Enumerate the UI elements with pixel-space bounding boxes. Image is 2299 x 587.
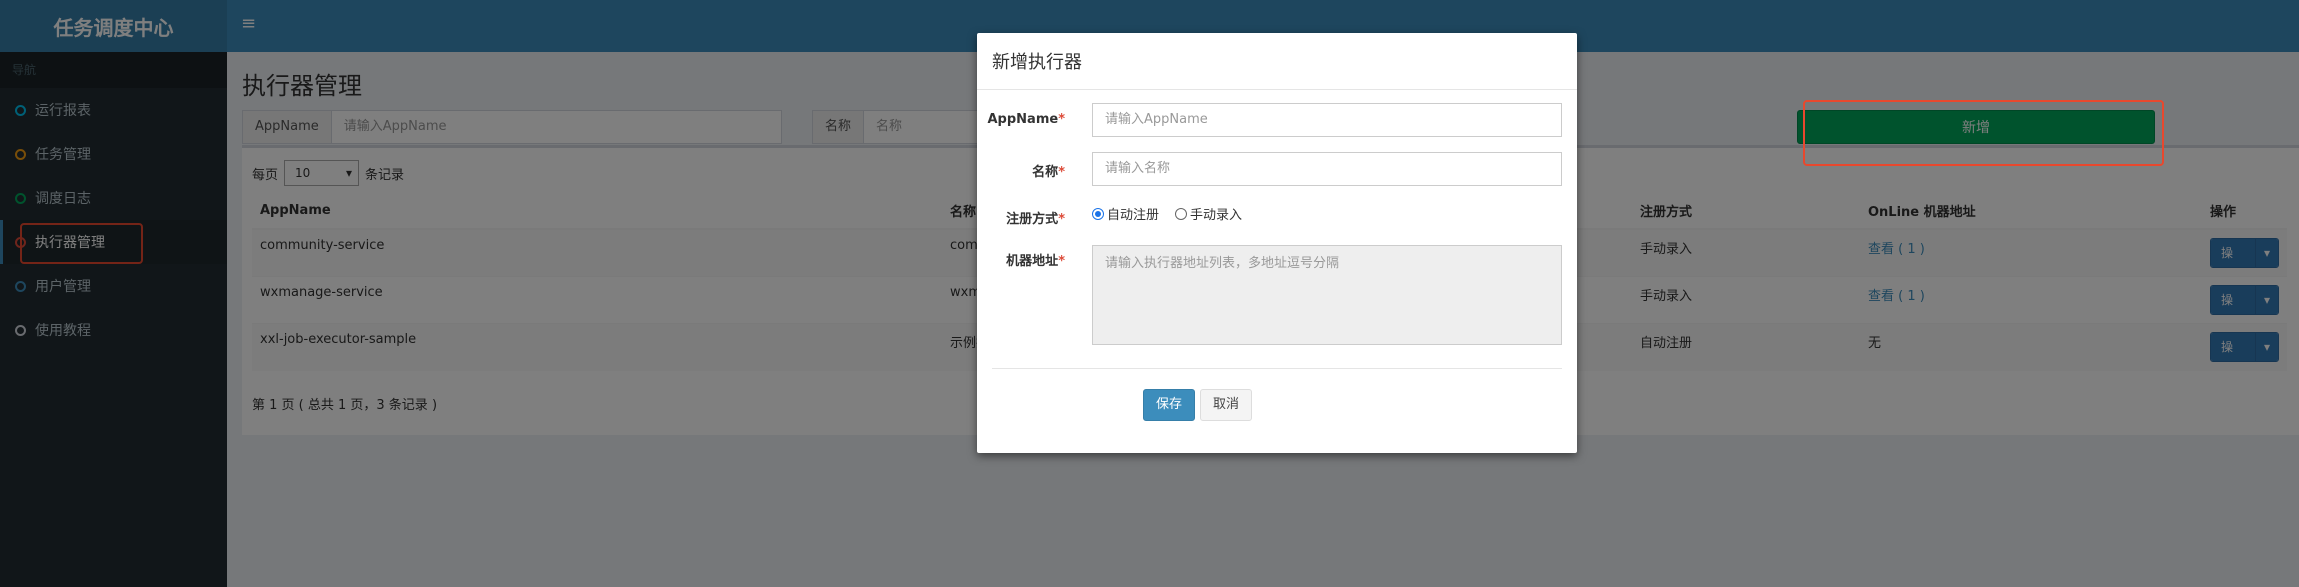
address-label: 机器地址*	[1006, 254, 1065, 269]
modal-title: 新增执行器	[977, 33, 1577, 90]
reg-manual-radio[interactable]: 手动录入	[1175, 204, 1242, 223]
save-button[interactable]: 保存	[1143, 389, 1196, 421]
reg-type-radio-group: 自动注册 手动录入	[1092, 204, 1242, 223]
form-row-name: 名称* 请输入名称	[977, 152, 1577, 186]
appname-input[interactable]: 请输入AppName	[1092, 103, 1562, 137]
radio-unchecked-icon[interactable]	[1175, 207, 1188, 220]
form-row-reg: 注册方式* 自动注册 手动录入	[977, 204, 1577, 228]
appname-label: AppName*	[987, 112, 1066, 127]
cancel-button[interactable]: 取消	[1200, 389, 1253, 421]
form-row-address: 机器地址* 请输入执行器地址列表，多地址逗号分隔	[977, 245, 1577, 345]
highlight-annotation-add-button	[1803, 100, 2164, 166]
name-label: 名称*	[1032, 165, 1065, 180]
form-row-appname: AppName* 请输入AppName	[977, 103, 1577, 137]
add-executor-modal: 新增执行器 AppName* 请输入AppName 名称* 请输入名称 注册方式…	[977, 33, 1577, 453]
reg-type-label: 注册方式*	[1006, 212, 1065, 227]
modal-divider	[992, 368, 1562, 369]
reg-auto-radio[interactable]: 自动注册	[1092, 204, 1159, 223]
name-input[interactable]: 请输入名称	[1092, 152, 1562, 186]
radio-checked-icon[interactable]	[1092, 207, 1104, 220]
address-textarea[interactable]: 请输入执行器地址列表，多地址逗号分隔	[1092, 245, 1562, 345]
